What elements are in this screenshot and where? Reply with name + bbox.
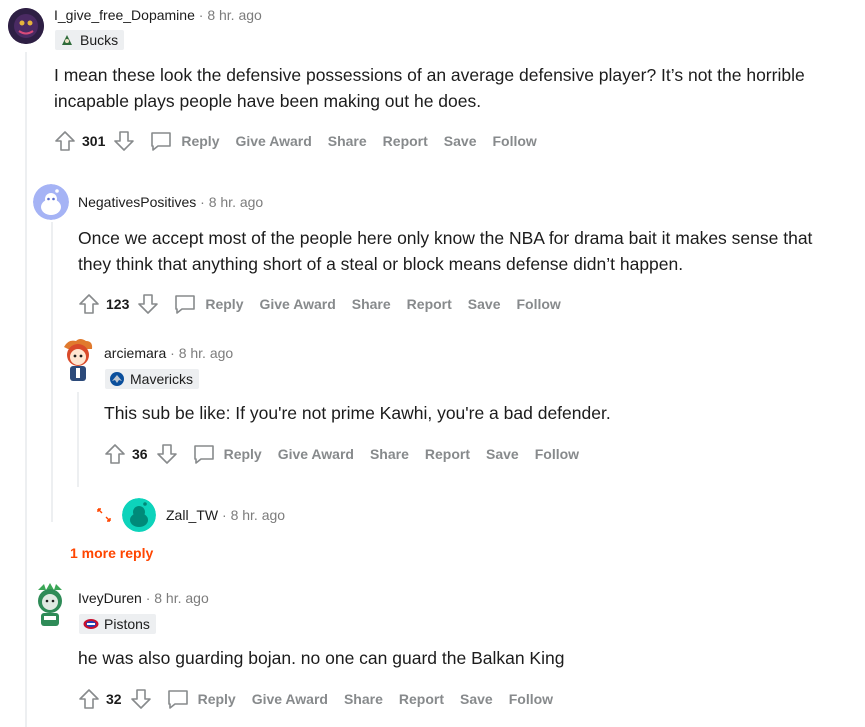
comment-author[interactable]: Zall_TW · 8 hr. ago <box>166 507 285 523</box>
vote-score: 123 <box>106 296 130 312</box>
comment-body: This sub be like: If you're not prime Ka… <box>104 403 611 423</box>
reply-button[interactable]: Reply <box>192 442 262 466</box>
comment-icon <box>149 129 173 153</box>
save-button[interactable]: Save <box>468 296 501 312</box>
upvote-icon[interactable] <box>52 128 78 154</box>
vote-score: 301 <box>82 133 106 149</box>
comment-body: he was also guarding bojan. no one can g… <box>78 648 565 668</box>
timestamp[interactable]: · 8 hr. ago <box>222 507 285 523</box>
upvote-icon[interactable] <box>76 291 102 317</box>
user-flair: Bucks <box>55 30 125 50</box>
share-button[interactable]: Share <box>328 133 367 149</box>
comment-icon <box>192 442 216 466</box>
save-button[interactable]: Save <box>486 446 519 462</box>
follow-button[interactable]: Follow <box>509 691 553 707</box>
comment-author[interactable]: arciemara · 8 hr. ago <box>104 345 233 361</box>
timestamp[interactable]: · 8 hr. ago <box>170 345 233 361</box>
comment-body: I mean these look the defensive possessi… <box>54 65 805 111</box>
follow-button[interactable]: Follow <box>517 296 561 312</box>
vote-score: 32 <box>106 691 122 707</box>
downvote-icon[interactable] <box>135 291 161 317</box>
avatar[interactable] <box>32 582 68 628</box>
bucks-flair-icon <box>59 32 75 48</box>
give-award-button[interactable]: Give Award <box>252 691 328 707</box>
user-flair: Mavericks <box>105 369 200 389</box>
share-button[interactable]: Share <box>352 296 391 312</box>
thread-line[interactable] <box>51 222 53 522</box>
reply-button[interactable]: Reply <box>173 292 243 316</box>
avatar[interactable] <box>122 498 156 532</box>
give-award-button[interactable]: Give Award <box>235 133 311 149</box>
mavericks-flair-icon <box>109 371 125 387</box>
report-button[interactable]: Report <box>407 296 452 312</box>
avatar[interactable] <box>33 184 69 220</box>
give-award-button[interactable]: Give Award <box>259 296 335 312</box>
upvote-icon[interactable] <box>76 686 102 712</box>
timestamp[interactable]: · 8 hr. ago <box>199 7 262 23</box>
comment-actions: 301 Reply Give Award Share Report Save F… <box>52 127 537 155</box>
comment-icon <box>166 687 190 711</box>
expand-icon[interactable] <box>95 506 113 524</box>
reply-button[interactable]: Reply <box>166 687 236 711</box>
comment-icon <box>173 292 197 316</box>
timestamp[interactable]: · 8 hr. ago <box>146 590 209 606</box>
comment-actions: 123 Reply Give Award Share Report Save F… <box>76 290 561 318</box>
comment-author[interactable]: IveyDuren · 8 hr. ago <box>78 590 209 606</box>
comment-actions: 32 Reply Give Award Share Report Save Fo… <box>76 685 553 713</box>
timestamp[interactable]: · 8 hr. ago <box>200 194 263 210</box>
comment-author[interactable]: I_give_free_Dopamine · 8 hr. ago <box>54 7 262 23</box>
comment-author[interactable]: NegativesPositives · 8 hr. ago <box>78 194 263 210</box>
thread-line[interactable] <box>25 52 27 727</box>
comment-actions: 36 Reply Give Award Share Report Save Fo… <box>102 440 579 468</box>
reply-button[interactable]: Reply <box>149 129 219 153</box>
user-flair: Pistons <box>79 614 156 634</box>
follow-button[interactable]: Follow <box>493 133 537 149</box>
report-button[interactable]: Report <box>383 133 428 149</box>
vote-score: 36 <box>132 446 148 462</box>
save-button[interactable]: Save <box>460 691 493 707</box>
save-button[interactable]: Save <box>444 133 477 149</box>
avatar[interactable] <box>60 337 96 383</box>
pistons-flair-icon <box>83 616 99 632</box>
comment-body: Once we accept most of the people here o… <box>78 228 813 274</box>
report-button[interactable]: Report <box>399 691 444 707</box>
downvote-icon[interactable] <box>111 128 137 154</box>
thread-line[interactable] <box>77 392 79 487</box>
downvote-icon[interactable] <box>128 686 154 712</box>
downvote-icon[interactable] <box>154 441 180 467</box>
give-award-button[interactable]: Give Award <box>278 446 354 462</box>
share-button[interactable]: Share <box>370 446 409 462</box>
share-button[interactable]: Share <box>344 691 383 707</box>
avatar[interactable] <box>8 8 44 44</box>
upvote-icon[interactable] <box>102 441 128 467</box>
report-button[interactable]: Report <box>425 446 470 462</box>
more-replies-link[interactable]: 1 more reply <box>70 545 153 561</box>
follow-button[interactable]: Follow <box>535 446 579 462</box>
